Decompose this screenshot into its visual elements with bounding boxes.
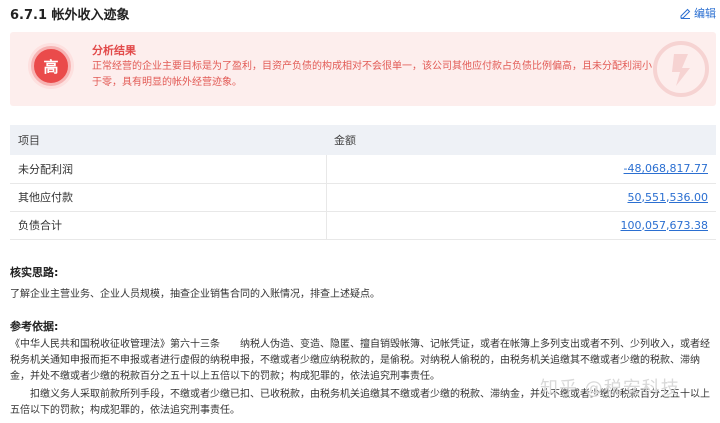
edit-icon bbox=[680, 8, 691, 19]
section-header: 6.7.1 帐外收入迹象 编辑 bbox=[10, 0, 716, 26]
section-title: 6.7.1 帐外收入迹象 bbox=[10, 7, 130, 23]
amount-link[interactable]: 100,057,673.38 bbox=[621, 219, 708, 232]
table-row: 未分配利润 -48,068,817.77 bbox=[10, 155, 716, 184]
row-amount-cell: 100,057,673.38 bbox=[325, 211, 716, 240]
column-header-amount: 金额 bbox=[326, 125, 716, 155]
column-header-item: 项目 bbox=[10, 125, 326, 155]
edit-button[interactable]: 编辑 bbox=[680, 5, 716, 21]
table-row: 负债合计 100,057,673.38 bbox=[10, 211, 716, 240]
row-item-label: 未分配利润 bbox=[10, 155, 326, 184]
verify-text: 了解企业主营业务、企业人员规模，抽查企业销售合同的入账情况，排查上述疑点。 bbox=[10, 289, 380, 300]
row-amount-cell: 50,551,536.00 bbox=[325, 183, 716, 212]
table-row: 其他应付款 50,551,536.00 bbox=[10, 183, 716, 212]
analysis-result-title: 分析结果 bbox=[92, 44, 136, 57]
edit-label: 编辑 bbox=[694, 7, 716, 20]
row-item-label: 其他应付款 bbox=[10, 183, 326, 212]
verify-title: 核实思路: bbox=[10, 266, 59, 279]
amount-link[interactable]: -48,068,817.77 bbox=[624, 162, 708, 175]
table-header-row: 项目 金额 bbox=[10, 125, 716, 155]
analysis-result-text: 正常经营的企业主要目标是为了盈利，目资产负债的构成相对不会很单一，该公司其他应付… bbox=[92, 61, 652, 88]
row-item-label: 负债合计 bbox=[10, 211, 326, 240]
warning-watermark-icon bbox=[653, 41, 709, 97]
amount-link[interactable]: 50,551,536.00 bbox=[628, 191, 708, 204]
analysis-result-panel: 高 分析结果 正常经营的企业主要目标是为了盈利，目资产负债的构成相对不会很单一，… bbox=[10, 32, 716, 106]
data-table: 项目 金额 未分配利润 -48,068,817.77 其他应付款 50,551,… bbox=[10, 125, 716, 240]
reference-title: 参考依据: bbox=[10, 320, 59, 333]
risk-level-badge: 高 bbox=[31, 46, 71, 86]
watermark-text: 知乎 @税安科技 bbox=[540, 378, 680, 399]
row-amount-cell: -48,068,817.77 bbox=[325, 155, 716, 184]
